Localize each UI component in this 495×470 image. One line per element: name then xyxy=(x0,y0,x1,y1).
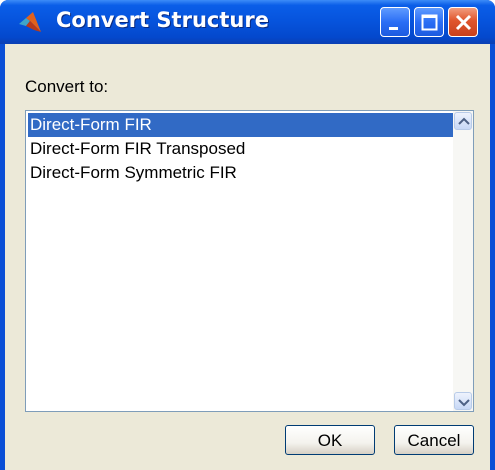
title-bar[interactable]: Convert Structure xyxy=(0,0,495,44)
structure-option-direct-form-fir-transposed[interactable]: Direct-Form FIR Transposed xyxy=(28,137,453,161)
convert-to-label: Convert to: xyxy=(25,77,109,96)
window-title: Convert Structure xyxy=(56,8,269,32)
minimize-icon xyxy=(389,27,398,30)
chevron-up-icon xyxy=(458,117,470,125)
structure-option-direct-form-symmetric-fir[interactable]: Direct-Form Symmetric FIR xyxy=(28,161,453,185)
cancel-button[interactable]: Cancel xyxy=(394,425,474,455)
structure-option-direct-form-fir[interactable]: Direct-Form FIR xyxy=(28,113,453,137)
maximize-button[interactable] xyxy=(414,7,444,37)
ok-button[interactable]: OK xyxy=(285,425,375,455)
structure-listbox[interactable]: Direct-Form FIR Direct-Form FIR Transpos… xyxy=(25,110,474,412)
vertical-scrollbar[interactable] xyxy=(453,111,473,411)
matlab-logo-icon xyxy=(19,12,41,32)
chevron-down-icon xyxy=(458,399,470,407)
maximize-icon xyxy=(421,14,438,31)
convert-structure-dialog: Convert Structure Convert to: Direct-For… xyxy=(0,0,495,470)
close-button[interactable] xyxy=(448,7,478,37)
scroll-up-button[interactable] xyxy=(454,112,472,130)
close-icon xyxy=(455,14,472,31)
scroll-down-button[interactable] xyxy=(454,392,472,410)
minimize-button[interactable] xyxy=(380,7,410,37)
